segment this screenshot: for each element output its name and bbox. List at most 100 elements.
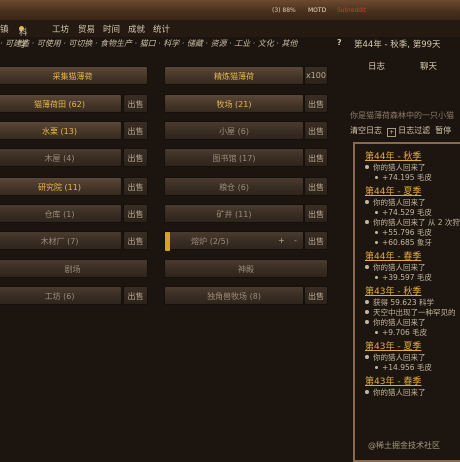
pasture-button[interactable]: 牧场 (21) (164, 94, 304, 113)
sell-button[interactable]: 出售 (304, 121, 328, 140)
nav-item-town[interactable]: 镇 (0, 23, 9, 35)
log-entry: 你的猎人回来了 (365, 198, 460, 208)
sell-button[interactable]: 出售 (304, 204, 328, 223)
sell-button[interactable]: 出售 (304, 148, 328, 167)
log-text: +74.195 毛皮 (382, 173, 432, 182)
log-text: +60.685 象牙 (382, 238, 432, 247)
bullet-icon (375, 276, 378, 279)
log-sub-entry: +74.195 毛皮 (365, 173, 460, 183)
sell-button[interactable]: 出售 (123, 148, 148, 167)
nav-item-stats[interactable]: 统计 (153, 23, 170, 35)
log-season-heading: 第44年 - 春季 (365, 252, 422, 262)
sell-button[interactable]: 出售 (123, 121, 148, 140)
refine-catnip-button[interactable]: 精炼猫薄荷 (164, 66, 304, 85)
intro-text: 你是猫薄荷森林中的一只小猫 (350, 111, 454, 120)
temple-button[interactable]: 神殿 (164, 259, 328, 278)
log-season-heading: 第43年 - 春季 (365, 377, 422, 387)
nav-item-workshop[interactable]: 工坊 (52, 23, 69, 35)
log-house-button[interactable]: 小屋 (6) (164, 121, 304, 140)
sell-button[interactable]: 出售 (304, 231, 328, 250)
log-text: +14.956 毛皮 (382, 363, 432, 372)
log-sub-entry: +60.685 象牙 (365, 238, 460, 248)
decrease-button[interactable]: - (294, 236, 297, 245)
sell-button[interactable]: 出售 (304, 286, 328, 305)
filter-toggle-icon[interactable]: + (387, 128, 397, 137)
log-text: 获得 59.623 科学 (373, 298, 435, 307)
mine-button[interactable]: 矿井 (11) (164, 204, 304, 223)
nav-item-time[interactable]: 时间 (103, 23, 120, 35)
help-link[interactable]: ? (337, 38, 342, 47)
increase-button[interactable]: + (278, 236, 285, 245)
log-entry: 你的猎人回来了 从 2 次狩猎 (365, 218, 460, 228)
log-text: +55.796 毛皮 (382, 228, 432, 237)
sell-button[interactable]: 出售 (123, 94, 148, 113)
bullet-icon (365, 310, 369, 314)
catnip-field-button[interactable]: 猫薄荷田 (62) (0, 94, 122, 113)
library-button[interactable]: 图书馆 (17) (164, 148, 304, 167)
tab-chat[interactable]: 聊天 (420, 60, 437, 72)
watermark: @稀土掘金技术社区 (368, 441, 440, 450)
nav-item-trade[interactable]: 贸易 (78, 23, 95, 35)
log-entry: 你的猎人回来了 (365, 263, 460, 273)
hut-button[interactable]: 木屋 (4) (0, 148, 122, 167)
unicorn-pasture-button[interactable]: 独角兽牧场 (8) (164, 286, 304, 305)
log-controls: 清空日志 + 日志过滤 暂停 (350, 125, 451, 137)
subreddit-link[interactable]: Subreddit (337, 7, 366, 14)
log-text: 你的猎人回来了 (373, 198, 426, 207)
log-entry: 你的猎人回来了 (365, 318, 460, 328)
log-season-heading: 第43年 - 秋季 (365, 287, 422, 297)
main-nav: 镇 科学 工坊 贸易 时间 成就 统计 (0, 20, 460, 50)
bullet-icon (365, 265, 369, 269)
log-sub-entry: +39.597 毛皮 (365, 273, 460, 283)
sell-button[interactable]: 出售 (304, 94, 328, 113)
log-text: 你的猎人回来了 (373, 353, 426, 362)
bullet-icon (365, 165, 369, 169)
warehouse-button[interactable]: 仓库 (1) (0, 204, 122, 223)
log-text: 你的猎人回来了 从 2 次狩猎 (373, 218, 460, 227)
bullet-icon (365, 320, 369, 324)
clear-log-button[interactable]: 清空日志 (350, 126, 382, 135)
motd-link[interactable]: MOTD (308, 7, 326, 14)
sell-button[interactable]: 出售 (123, 204, 148, 223)
building-filter-nav[interactable]: · 可建造 · 可使用 · 可切换 · 食物生产 · 猫口 · 科学 · 储藏 … (0, 38, 297, 52)
sell-button[interactable]: 出售 (304, 177, 328, 196)
log-entry: 你的猎人回来了 (365, 163, 460, 173)
gather-catnip-button[interactable]: 采集猫薄荷 (0, 66, 148, 85)
game-log-panel: 第44年 - 秋季 你的猎人回来了 +74.195 毛皮 第44年 - 夏季 你的猎人回… (353, 142, 460, 462)
sell-button[interactable]: 出售 (123, 177, 148, 196)
water-chestnut-button[interactable]: 水栗 (13) (0, 121, 122, 140)
log-text: 你的猎人回来了 (373, 318, 426, 327)
refine-x100-button[interactable]: x100 (304, 66, 328, 85)
log-entry: 你的猎人回来了 (365, 353, 460, 363)
log-season-heading: 第43年 - 夏季 (365, 342, 422, 352)
amphitheatre-button[interactable]: 剧场 (0, 259, 148, 278)
log-text: 你的猎人回来了 (373, 388, 426, 397)
workshop-building-button[interactable]: 工坊 (6) (0, 286, 122, 305)
log-sub-entry: +14.956 毛皮 (365, 363, 460, 373)
bullet-icon (375, 241, 378, 244)
log-season-heading: 第44年 - 夏季 (365, 187, 422, 197)
log-text: +9.706 毛皮 (382, 328, 428, 337)
nav-item-achievements[interactable]: 成就 (128, 23, 145, 35)
resource-indicator: (3) 88% (272, 7, 296, 14)
smelter-button[interactable]: 熔炉 (2/5) + - (164, 231, 304, 251)
log-season-heading: 第44年 - 秋季 (365, 152, 422, 162)
log-text: +74.529 毛皮 (382, 208, 432, 217)
log-text: +39.597 毛皮 (382, 273, 432, 282)
log-text: 天空中出现了一种罕见的 (373, 308, 456, 317)
log-sub-entry: +55.796 毛皮 (365, 228, 460, 238)
log-filter-button[interactable]: 日志过滤 (398, 126, 430, 135)
log-sub-entry: +9.706 毛皮 (365, 328, 460, 338)
season-display: 第44年 - 秋季, 第99天 (354, 40, 441, 50)
barn-button[interactable]: 粮仓 (6) (164, 177, 304, 196)
lumber-mill-button[interactable]: 木材厂 (7) (0, 231, 122, 250)
bullet-icon (375, 331, 378, 334)
log-text: 你的猎人回来了 (373, 263, 426, 272)
academy-button[interactable]: 研究院 (11) (0, 177, 122, 196)
bullet-icon (365, 390, 369, 394)
bullet-icon (375, 211, 378, 214)
sell-button[interactable]: 出售 (123, 286, 148, 305)
tab-log[interactable]: 日志 (368, 60, 385, 72)
pause-button[interactable]: 暂停 (435, 126, 451, 135)
sell-button[interactable]: 出售 (123, 231, 148, 250)
